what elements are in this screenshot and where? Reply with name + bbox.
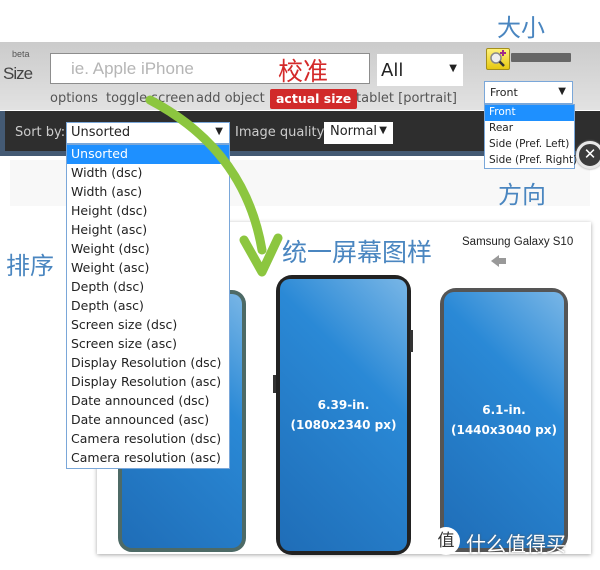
view-direction-select[interactable]: Front ▼ [484,81,573,104]
actual-size-button[interactable]: actual size [270,89,358,109]
options-link[interactable]: options [50,91,98,106]
view-option-side-left[interactable]: Side (Pref. Left) [485,137,574,153]
size-label: Size [3,64,33,83]
back-arrow-icon-tail [498,258,506,264]
sort-option[interactable]: Date announced (dsc) [67,392,229,411]
sort-option[interactable]: Camera resolution (asc) [67,449,229,468]
view-option-rear[interactable]: Rear [485,121,574,137]
sort-option[interactable]: Date announced (asc) [67,411,229,430]
phone-image[interactable]: 6.1-in. (1440x3040 px) [440,288,568,552]
screen-resolution-label: (1440x3040 px) [450,423,557,437]
sort-option[interactable]: Display Resolution (dsc) [67,354,229,373]
sort-option[interactable]: Depth (dsc) [67,278,229,297]
quality-select-value: Normal [330,124,378,139]
annotation-calibrate: 校准 [278,57,329,86]
screen-resolution-label: (1080x2340 px) [290,418,397,432]
phone-side-button [410,330,413,352]
zoom-in-button[interactable] [486,48,510,70]
beta-label: beta [12,49,30,59]
close-icon[interactable]: ✕ [576,141,600,169]
sort-by-select[interactable]: Unsorted ▼ [66,122,230,144]
filter-select-value: All [381,60,404,81]
sort-option[interactable]: Screen size (asc) [67,335,229,354]
sort-by-label: Sort by: [15,125,66,140]
add-object-link[interactable]: add object [196,91,265,106]
sort-option[interactable]: Weight (dsc) [67,240,229,259]
sort-option[interactable]: Weight (asc) [67,259,229,278]
sort-by-dropdown: Unsorted Width (dsc) Width (asc) Height (ds… [66,144,230,469]
annotation-unified-screen: 统一屏幕图样 [282,238,433,267]
zoom-slider[interactable] [511,53,571,62]
phone-screen: 6.1-in. (1440x3040 px) [444,292,564,548]
dropdown-arrow-icon: ▼ [379,125,387,136]
watermark-text: 什么值得买 [466,532,566,556]
sort-bar-accent [0,111,5,156]
screen-size-label: 6.1-in. [482,403,526,417]
tablet-portrait-link[interactable]: tablet [portrait] [356,91,457,106]
device-name-label: Samsung Galaxy S10 [462,236,574,248]
sort-option[interactable]: Camera resolution (dsc) [67,430,229,449]
screen-size-label: 6.39-in. [317,398,370,412]
toggle-screen-link[interactable]: toggle screen [106,91,195,106]
magnifier-plus-icon [490,50,506,67]
image-quality-label: Image quality: [235,125,328,140]
sort-option[interactable]: Display Resolution (asc) [67,373,229,392]
phone-screen: 6.39-in. (1080x2340 px) [280,279,407,551]
phone-image[interactable]: 6.39-in. (1080x2340 px) [276,275,411,555]
view-option-side-right[interactable]: Side (Pref. Right) [485,153,577,169]
sort-option[interactable]: Depth (asc) [67,297,229,316]
sort-option[interactable]: Unsorted [67,145,229,164]
view-direction-dropdown: Front Rear Side (Pref. Left) Side (Pref.… [484,104,577,169]
view-option-front[interactable]: Front [485,105,574,121]
dropdown-arrow-icon: ▼ [449,63,457,74]
sort-select-value: Unsorted [71,125,131,140]
sort-option[interactable]: Height (asc) [67,221,229,240]
watermark-logo: 值 [432,527,460,555]
annotation-sort: 排序 [6,252,54,280]
annotation-size: 大小 [497,14,545,42]
annotation-direction: 方向 [498,181,546,209]
sort-option[interactable]: Height (dsc) [67,202,229,221]
phone-side-button [273,375,276,393]
view-select-value: Front [490,86,518,99]
sort-option[interactable]: Width (dsc) [67,164,229,183]
sort-option[interactable]: Width (asc) [67,183,229,202]
dropdown-arrow-icon: ▼ [558,86,566,97]
image-quality-select[interactable]: Normal ▼ [324,122,393,144]
sort-option[interactable]: Screen size (dsc) [67,316,229,335]
filter-select[interactable]: All ▼ [377,54,463,86]
dropdown-arrow-icon: ▼ [215,126,223,137]
